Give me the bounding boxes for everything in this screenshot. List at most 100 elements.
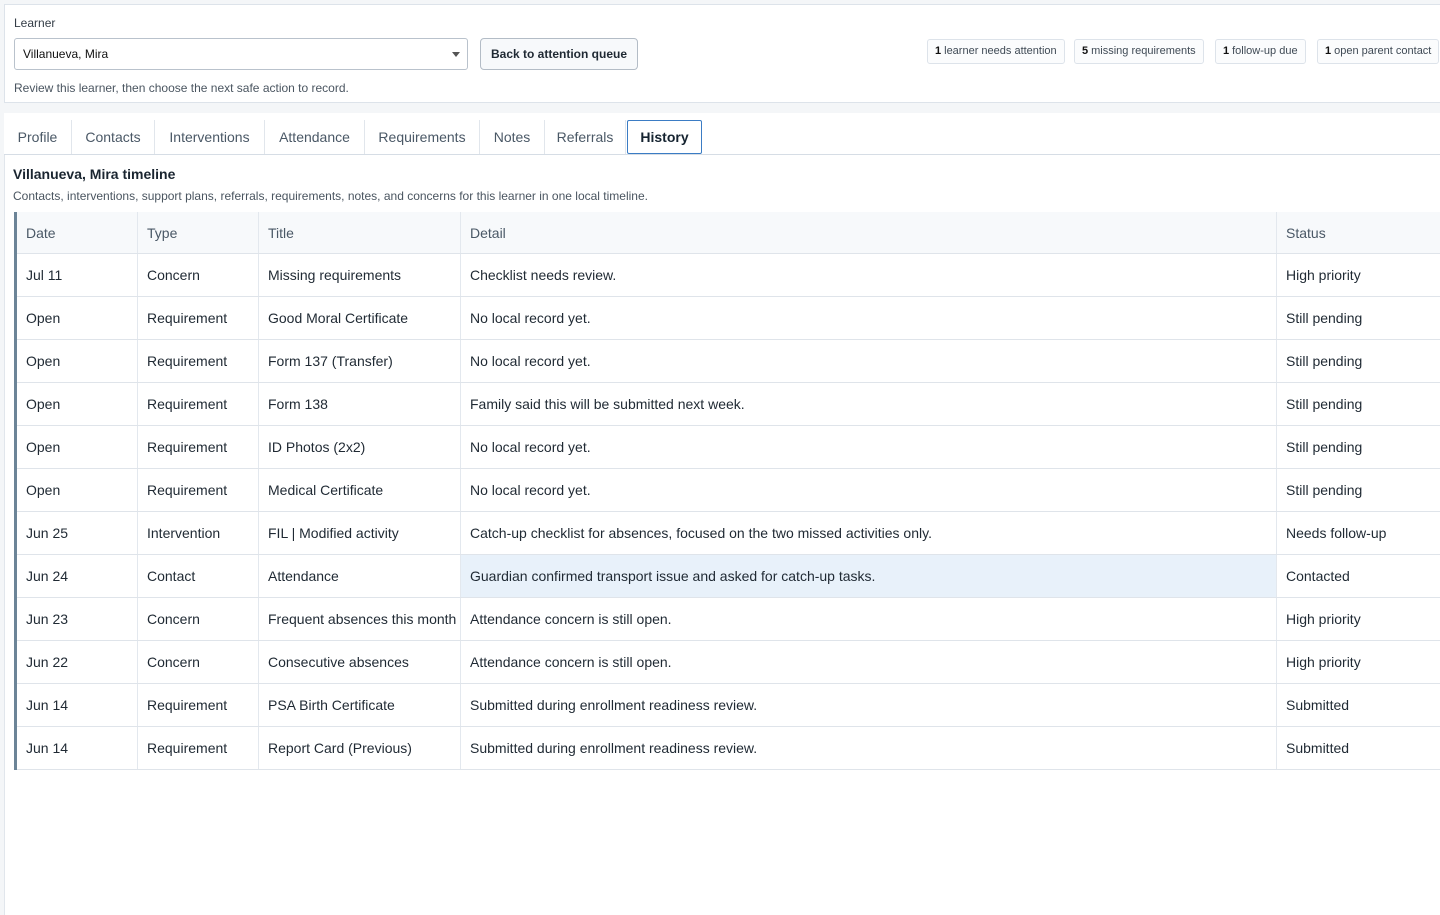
type-cell: Requirement xyxy=(138,684,259,726)
learner-label: Learner xyxy=(14,16,56,30)
badge-label: learner needs attention xyxy=(944,45,1057,57)
follow-up-due-badge: 1 follow-up due xyxy=(1215,39,1306,64)
badge-label: open parent contact xyxy=(1334,45,1432,57)
type-cell: Requirement xyxy=(138,727,259,769)
detail-cell: Guardian confirmed transport issue and a… xyxy=(461,555,1277,597)
chevron-down-icon xyxy=(452,52,460,57)
detail-cell: Submitted during enrollment readiness re… xyxy=(461,727,1277,769)
tab-interventions[interactable]: Interventions xyxy=(155,120,265,154)
detail-cell: Checklist needs review. xyxy=(461,254,1277,296)
table-row[interactable]: Jun 22 Concern Consecutive absences Attenda… xyxy=(17,641,1440,684)
status-cell: Still pending xyxy=(1286,439,1363,455)
badge-count: 1 xyxy=(935,45,942,57)
status-cell: High priority xyxy=(1286,654,1361,670)
learner-header-panel: Learner Villanueva, Mira Back to attenti… xyxy=(4,4,1440,103)
table-row[interactable]: Open Requirement Form 137 (Transfer) No loc… xyxy=(17,340,1440,383)
type-cell: Requirement xyxy=(138,297,259,339)
tab-notes[interactable]: Notes xyxy=(480,120,545,154)
table-row[interactable]: Jun 14 Requirement Report Card (Previous) S… xyxy=(17,727,1440,770)
table-header-row: Date Type Title Detail Status xyxy=(17,212,1440,254)
status-cell: Still pending xyxy=(1286,353,1363,369)
column-header-detail[interactable]: Detail xyxy=(461,212,1277,253)
tab-attendance[interactable]: Attendance xyxy=(265,120,365,154)
type-cell: Requirement xyxy=(138,383,259,425)
title-cell: Missing requirements xyxy=(259,254,461,296)
status-cell: Submitted xyxy=(1286,697,1350,713)
detail-cell: Attendance concern is still open. xyxy=(461,598,1277,640)
detail-cell: Submitted during enrollment readiness re… xyxy=(461,684,1277,726)
date-cell: Jun 25 xyxy=(17,512,138,554)
title-cell: Consecutive absences xyxy=(259,641,461,683)
title-cell: Good Moral Certificate xyxy=(259,297,461,339)
timeline-title: Villanueva, Mira timeline xyxy=(13,166,176,182)
table-row[interactable]: Jun 25 Intervention FIL | Modified activit… xyxy=(17,512,1440,555)
badge-count: 1 xyxy=(1223,45,1230,57)
table-row[interactable]: Jun 24 Contact Attendance Guardian confirme… xyxy=(17,555,1440,598)
badge-count: 5 xyxy=(1082,45,1089,57)
date-cell: Open xyxy=(17,340,138,382)
table-row[interactable]: Open Requirement Form 138 Family said this … xyxy=(17,383,1440,426)
date-cell: Jul 11 xyxy=(17,254,138,296)
table-row[interactable]: Jun 14 Requirement PSA Birth Certificate Su… xyxy=(17,684,1440,727)
title-cell: Medical Certificate xyxy=(259,469,461,511)
detail-cell: No local record yet. xyxy=(461,426,1277,468)
badge-count: 1 xyxy=(1325,45,1332,57)
title-cell: ID Photos (2x2) xyxy=(259,426,461,468)
status-cell: Still pending xyxy=(1286,310,1363,326)
date-cell: Open xyxy=(17,426,138,468)
date-cell: Open xyxy=(17,383,138,425)
status-cell: Submitted xyxy=(1286,740,1350,756)
date-cell: Jun 23 xyxy=(17,598,138,640)
tab-referrals[interactable]: Referrals xyxy=(545,120,626,154)
type-cell: Requirement xyxy=(138,426,259,468)
title-cell: Report Card (Previous) xyxy=(259,727,461,769)
back-to-attention-queue-button[interactable]: Back to attention queue xyxy=(480,38,638,70)
column-header-title[interactable]: Title xyxy=(259,212,461,253)
learner-attention-badge: 1 learner needs attention xyxy=(927,39,1065,64)
learner-select[interactable]: Villanueva, Mira xyxy=(14,38,468,70)
table-row[interactable]: Open Requirement Good Moral Certificate No … xyxy=(17,297,1440,340)
title-cell: Frequent absences this month xyxy=(259,598,461,640)
date-cell: Jun 14 xyxy=(17,684,138,726)
date-cell: Open xyxy=(17,469,138,511)
type-cell: Requirement xyxy=(138,340,259,382)
detail-cell: No local record yet. xyxy=(461,469,1277,511)
type-cell: Requirement xyxy=(138,469,259,511)
title-cell: PSA Birth Certificate xyxy=(259,684,461,726)
history-panel: Villanueva, Mira timeline Contacts, inte… xyxy=(4,155,1440,915)
date-cell: Jun 22 xyxy=(17,641,138,683)
tab-profile[interactable]: Profile xyxy=(4,120,72,154)
type-cell: Contact xyxy=(138,555,259,597)
title-cell: Form 138 xyxy=(259,383,461,425)
date-cell: Open xyxy=(17,297,138,339)
timeline-table: Date Type Title Detail Status Jul 11 Conc… xyxy=(14,212,1440,770)
date-cell: Jun 24 xyxy=(17,555,138,597)
type-cell: Concern xyxy=(138,641,259,683)
column-header-status[interactable]: Status xyxy=(1277,212,1440,253)
table-row[interactable]: Jul 11 Concern Missing requirements Checkli… xyxy=(17,254,1440,297)
tab-contacts[interactable]: Contacts xyxy=(72,120,155,154)
detail-cell: Attendance concern is still open. xyxy=(461,641,1277,683)
open-parent-contact-badge: 1 open parent contact xyxy=(1317,39,1440,64)
table-row[interactable]: Open Requirement ID Photos (2x2) No local r… xyxy=(17,426,1440,469)
table-row[interactable]: Jun 23 Concern Frequent absences this mont… xyxy=(17,598,1440,641)
learner-helper-text: Review this learner, then choose the nex… xyxy=(14,81,349,95)
table-row[interactable]: Open Requirement Medical Certificate No loc… xyxy=(17,469,1440,512)
tab-history[interactable]: History xyxy=(627,120,702,154)
status-cell: Still pending xyxy=(1286,482,1363,498)
detail-cell: Family said this will be submitted next … xyxy=(461,383,1277,425)
missing-requirements-badge: 5 missing requirements xyxy=(1074,39,1204,64)
title-cell: FIL | Modified activity xyxy=(259,512,461,554)
status-cell: High priority xyxy=(1286,611,1361,627)
tab-requirements[interactable]: Requirements xyxy=(365,120,480,154)
timeline-subtitle: Contacts, interventions, support plans, … xyxy=(13,189,648,203)
status-cell: High priority xyxy=(1286,267,1361,283)
type-cell: Intervention xyxy=(138,512,259,554)
badge-label: missing requirements xyxy=(1091,45,1196,57)
title-cell: Attendance xyxy=(259,555,461,597)
column-header-date[interactable]: Date xyxy=(17,212,138,253)
detail-cell: Catch-up checklist for absences, focused… xyxy=(461,512,1277,554)
title-cell: Form 137 (Transfer) xyxy=(259,340,461,382)
type-cell: Concern xyxy=(138,598,259,640)
column-header-type[interactable]: Type xyxy=(138,212,259,253)
